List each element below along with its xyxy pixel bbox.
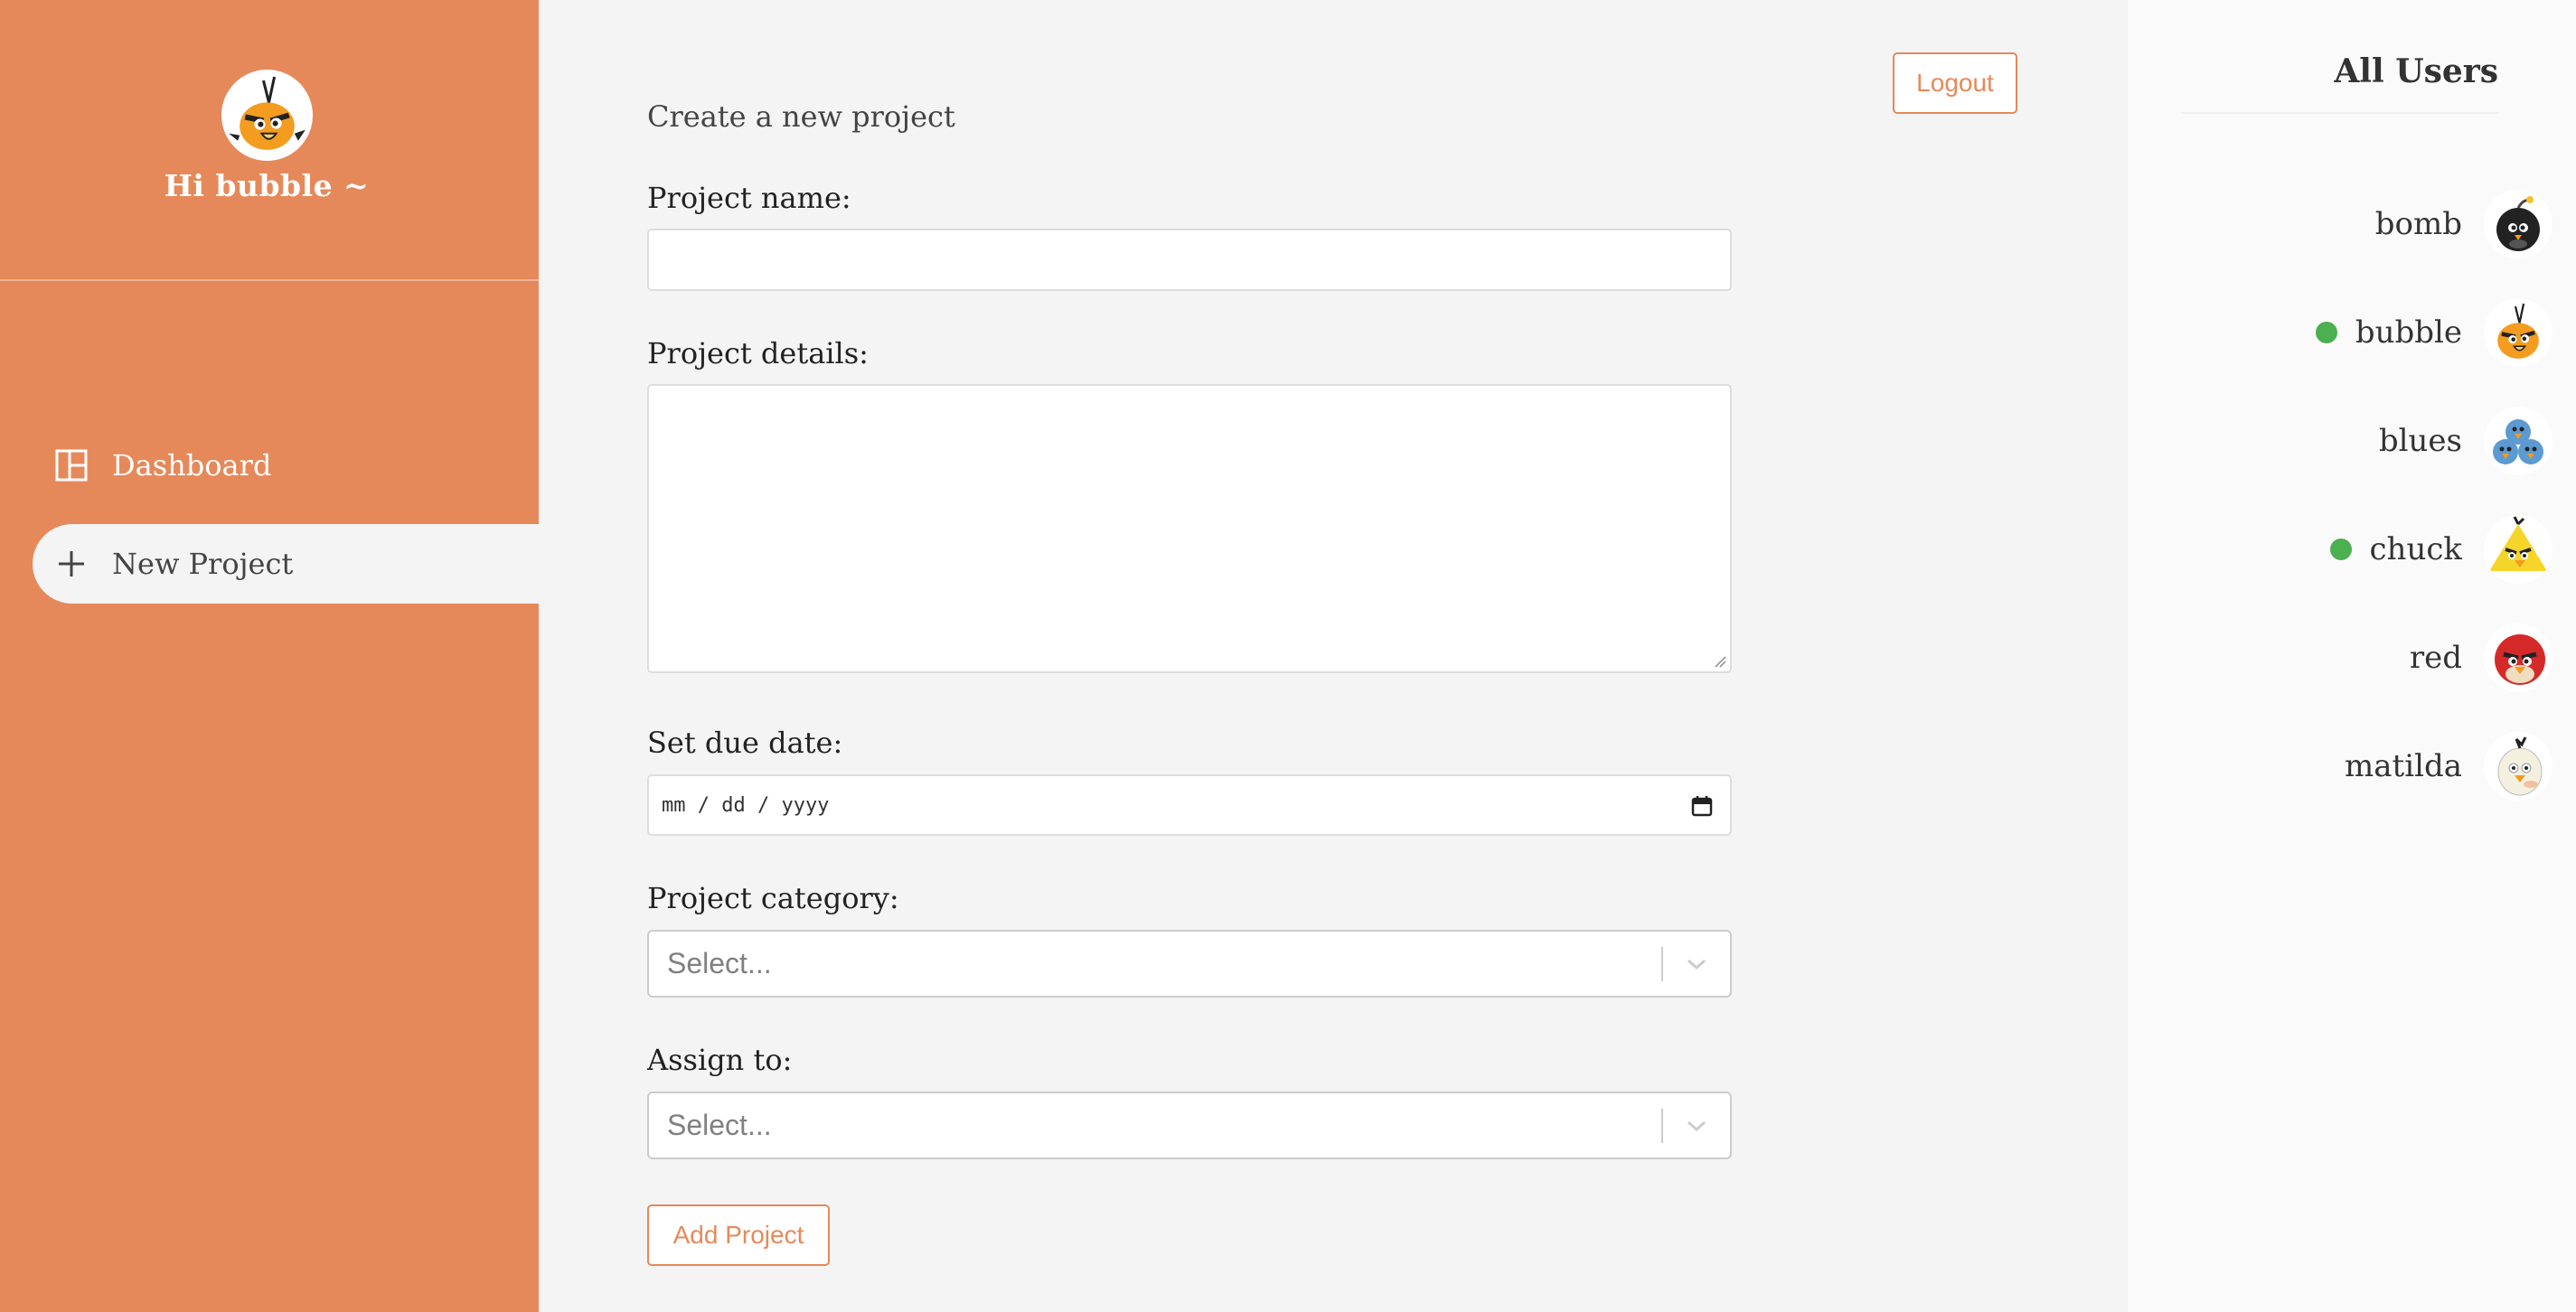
matilda-bird-icon	[2484, 732, 2552, 801]
sidebar-user-section: Hi bubble ~	[0, 0, 539, 281]
project-details-label: Project details:	[647, 336, 869, 370]
chevron-down-icon[interactable]	[1663, 1119, 1730, 1133]
sidebar-item-label: New Project	[112, 547, 294, 581]
category-label: Project category:	[647, 881, 899, 915]
resize-handle-icon[interactable]	[1712, 653, 1726, 668]
blues-bird-icon	[2484, 407, 2552, 475]
calendar-icon[interactable]	[1690, 794, 1714, 818]
logout-button[interactable]: Logout	[1893, 52, 2017, 114]
bomb-bird-icon	[2484, 190, 2552, 258]
category-select-value: Select...	[667, 947, 772, 979]
sidebar-item-dashboard[interactable]: Dashboard	[33, 426, 539, 505]
main-content: Logout Create a new project Project name…	[539, 0, 2128, 1312]
user-name: matilda	[2345, 748, 2462, 784]
online-status-dot	[2329, 539, 2352, 560]
user-name: bubble	[2355, 314, 2462, 351]
user-item[interactable]: bomb	[2375, 188, 2552, 260]
assign-label: Assign to:	[647, 1043, 793, 1077]
user-item[interactable]: blues	[2379, 405, 2552, 477]
user-item[interactable]: bubble	[2315, 296, 2552, 369]
divider	[2182, 112, 2498, 114]
bubble-bird-icon	[229, 76, 306, 150]
chevron-down-icon[interactable]	[1663, 957, 1730, 971]
user-name: blues	[2378, 423, 2462, 459]
project-name-label: Project name:	[647, 181, 851, 215]
date-placeholder: mm / dd / yyyy	[662, 793, 830, 817]
add-project-button[interactable]: Add Project	[647, 1204, 830, 1266]
user-name: red	[2409, 640, 2462, 676]
user-item[interactable]: chuck	[2329, 513, 2552, 586]
due-date-input[interactable]: mm / dd / yyyy	[647, 774, 1732, 836]
sidebar-item-label: Dashboard	[112, 448, 272, 483]
user-item[interactable]: matilda	[2345, 730, 2552, 802]
category-select[interactable]: Select...	[647, 930, 1732, 998]
project-name-input[interactable]	[647, 229, 1732, 291]
user-item[interactable]: red	[2410, 622, 2552, 694]
page-title: Create a new project	[647, 99, 955, 134]
users-panel-title: All Users	[2334, 52, 2498, 90]
project-details-textarea[interactable]	[647, 384, 1732, 673]
due-date-label: Set due date:	[647, 726, 843, 760]
sidebar: Hi bubble ~ Dashboard New Project	[0, 0, 539, 1312]
greeting-text: Hi bubble ~	[164, 168, 370, 203]
online-status-dot	[2315, 322, 2337, 343]
plus-icon	[54, 547, 89, 581]
bubble-bird-icon	[2484, 298, 2552, 367]
user-name: bomb	[2374, 206, 2462, 242]
assign-select[interactable]: Select...	[647, 1092, 1732, 1159]
user-name: chuck	[2369, 531, 2462, 567]
user-avatar	[221, 70, 313, 161]
chuck-bird-icon	[2484, 515, 2552, 584]
dashboard-icon	[54, 448, 89, 483]
users-panel: All Users bomb bubble blues chuck red ma…	[2128, 0, 2576, 1312]
assign-select-value: Select...	[667, 1109, 772, 1141]
red-bird-icon	[2484, 623, 2552, 692]
sidebar-item-new-project[interactable]: New Project	[33, 524, 539, 604]
